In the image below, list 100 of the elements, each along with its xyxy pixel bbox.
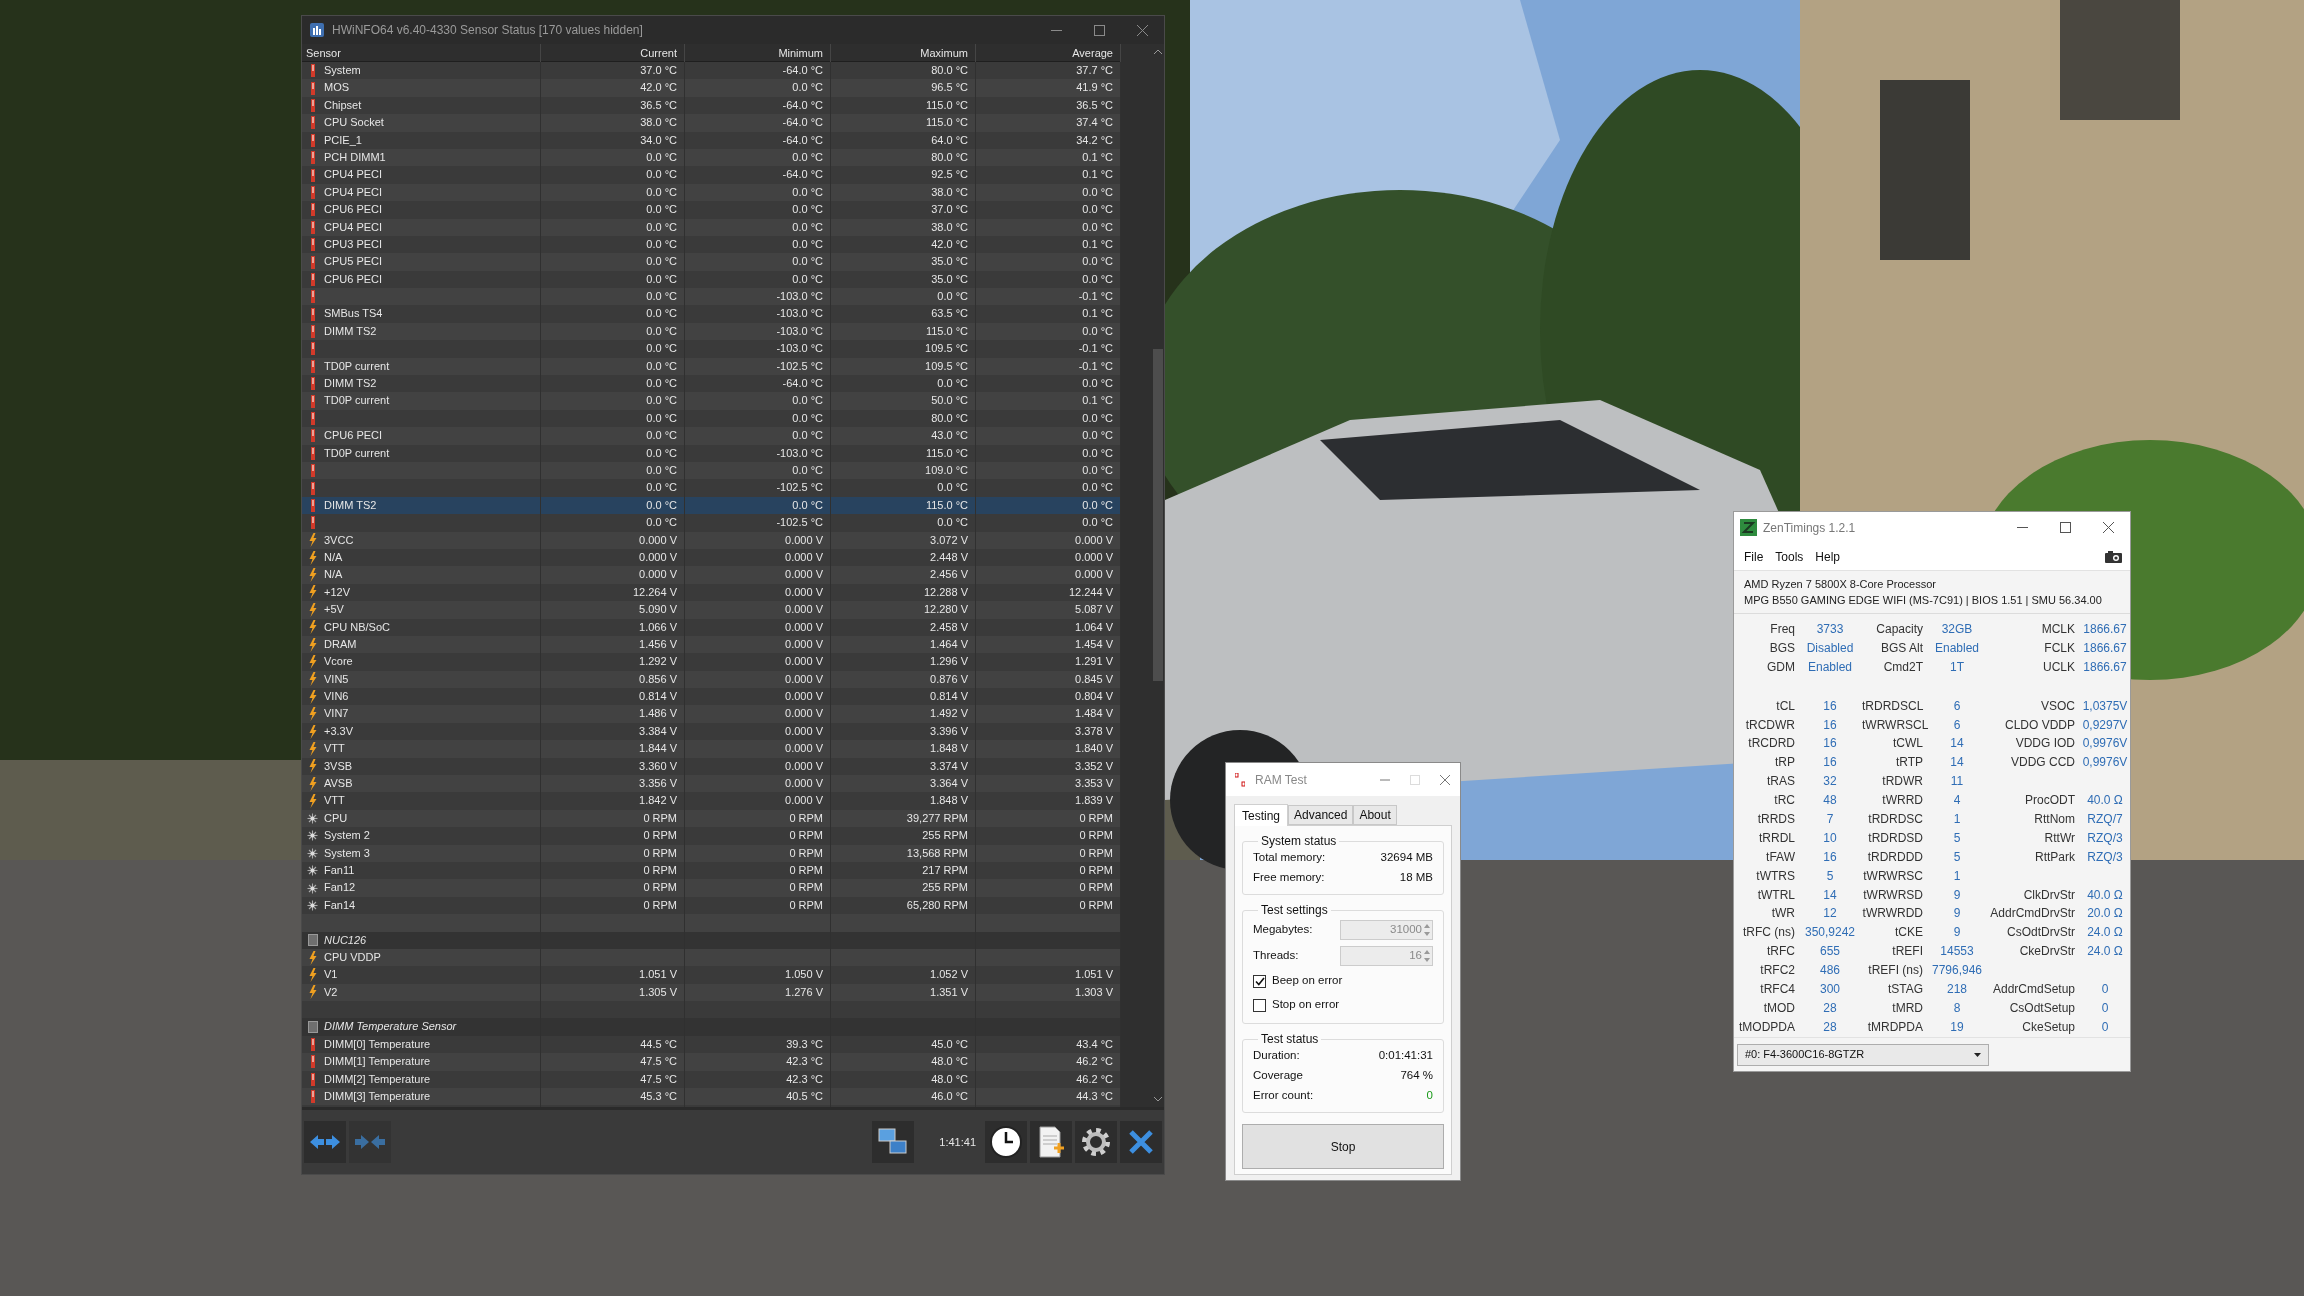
table-row[interactable]: VIN6 0.814 V 0.000 V 0.814 V 0.804 V: [302, 688, 1121, 706]
timing-label: tMRDPDA: [1867, 1019, 1923, 1034]
field-label: Coverage: [1253, 1068, 1303, 1084]
table-row[interactable]: CPU6 PECI 0.0 °C 0.0 °C 43.0 °C 0.0 °C: [302, 427, 1121, 445]
table-row[interactable]: DIMM Temperature Sensor: [302, 1018, 1121, 1036]
table-cell: 3.384 V: [639, 724, 677, 737]
fan-icon: [307, 847, 318, 859]
table-cell: 0.0 °C: [792, 255, 823, 268]
exit-button[interactable]: [1120, 1121, 1162, 1163]
timing-label: VSOC: [2041, 698, 2075, 713]
close-icon[interactable]: [1137, 24, 1148, 36]
table-cell: 0 RPM: [789, 898, 823, 911]
timing-value: Disabled: [1806, 640, 1854, 655]
table-cell: 0.0 °C: [646, 516, 677, 529]
scrollbar-thumb[interactable]: [1153, 349, 1164, 681]
table-row[interactable]: Vcore 1.292 V 0.000 V 1.296 V 1.291 V: [302, 653, 1121, 671]
fan-icon: [307, 899, 318, 911]
table-cell: 0.1 °C: [1082, 307, 1113, 320]
checkbox-label[interactable]: Stop on error: [1272, 996, 1340, 1014]
close-icon[interactable]: [1440, 774, 1450, 785]
table-cell: 35.0 °C: [931, 255, 968, 268]
checkbox[interactable]: [1253, 974, 1266, 988]
timing-label: MCLK: [2041, 622, 2075, 636]
network-button[interactable]: [872, 1121, 915, 1163]
timing-value: 12: [1823, 906, 1837, 921]
table-row[interactable]: 0.0 °C -103.0 °C 109.5 °C -0.1 °C: [302, 340, 1121, 358]
table-cell: 37.0 °C: [640, 64, 677, 76]
tab[interactable]: About: [1353, 805, 1397, 825]
timing-label: CLDO VDDP: [2005, 717, 2075, 732]
scroll-down-icon[interactable]: [1154, 1097, 1163, 1102]
tab[interactable]: Testing: [1234, 804, 1289, 826]
lightning-icon: [308, 741, 317, 756]
table-row[interactable]: VTT 1.842 V 0.000 V 1.848 V 1.839 V: [302, 792, 1121, 810]
table-row[interactable]: VIN7 1.486 V 0.000 V 1.492 V 1.484 V: [302, 705, 1121, 723]
timing-value: 0: [2101, 982, 2109, 997]
table-row[interactable]: CPU Socket 38.0 °C -64.0 °C 115.0 °C 37.4 °C: [302, 114, 1121, 132]
table-row[interactable]: VTT 1.844 V 0.000 V 1.848 V 1.840 V: [302, 740, 1121, 758]
navigate-button[interactable]: [304, 1121, 346, 1163]
table-row[interactable]: CPU5 PECI 0.0 °C 0.0 °C 35.0 °C 0.0 °C: [302, 253, 1121, 271]
table-row[interactable]: SMBus TS4 0.0 °C -103.0 °C 63.5 °C 0.1 °C: [302, 305, 1121, 323]
timer-button[interactable]: [985, 1121, 1027, 1163]
stop-button[interactable]: Stop: [1242, 1124, 1444, 1169]
menu-item[interactable]: Tools: [1769, 547, 1810, 566]
table-cell: 3.360 V: [639, 759, 677, 772]
timing-value: 14: [1950, 755, 1964, 770]
table-cell: 109.5 °C: [925, 359, 968, 372]
maximize-icon[interactable]: [1094, 24, 1105, 36]
table-row[interactable]: CPU4 PECI 0.0 °C -64.0 °C 92.5 °C 0.1 °C: [302, 166, 1121, 184]
settings-button[interactable]: [1075, 1121, 1117, 1163]
table-cell: 0.000 V: [785, 794, 823, 807]
board-info: MPG B550 GAMING EDGE WIFI (MS-7C91) | BIOS 1.51 | SMU 56.34.00: [1744, 593, 2103, 608]
table-row[interactable]: MOS 42.0 °C 0.0 °C 96.5 °C 41.9 °C: [302, 79, 1121, 97]
table-row[interactable]: V1 1.051 V 1.050 V 1.052 V 1.051 V: [302, 966, 1121, 984]
table-cell: 0.000 V: [639, 568, 677, 581]
scroll-up-icon[interactable]: [1154, 49, 1163, 54]
table-cell: 0.856 V: [639, 672, 677, 685]
menu-item[interactable]: Help: [1809, 547, 1847, 566]
table-row[interactable]: AVSB 3.356 V 0.000 V 3.364 V 3.353 V: [302, 775, 1121, 793]
table-row[interactable]: CPU6 PECI 0.0 °C 0.0 °C 37.0 °C 0.0 °C: [302, 201, 1121, 219]
table-cell: 1.492 V: [930, 707, 968, 720]
table-row[interactable]: System 37.0 °C -64.0 °C 80.0 °C 37.7 °C: [302, 62, 1121, 80]
tab[interactable]: Advanced: [1288, 805, 1354, 825]
table-cell: CPU VDDP: [324, 950, 381, 963]
table-cell: 0.0 °C: [792, 394, 823, 407]
table-cell: 38.0 °C: [640, 116, 677, 129]
table-row[interactable]: 0.0 °C -102.5 °C 0.0 °C 0.0 °C: [302, 514, 1121, 532]
table-cell: 0.0 °C: [792, 411, 823, 424]
table-row[interactable]: 0.0 °C -103.0 °C 0.0 °C -0.1 °C: [302, 288, 1121, 306]
thermometer-icon: [310, 168, 315, 182]
table-cell: 0.000 V: [785, 672, 823, 685]
maximize-icon[interactable]: [2060, 522, 2071, 533]
module-dropdown[interactable]: #0: F4-3600C16-8GTZR: [1737, 1043, 1989, 1066]
app-icon: [310, 23, 324, 37]
table-row[interactable]: DIMM[1] Temperature 47.5 °C 42.3 °C 48.0 °C 46.2 °C: [302, 1053, 1121, 1071]
menu-item[interactable]: File: [1738, 547, 1770, 566]
close-icon[interactable]: [2103, 522, 2114, 533]
report-button[interactable]: [1030, 1121, 1072, 1163]
checkbox[interactable]: [1253, 998, 1266, 1012]
table-row[interactable]: System 2 0 RPM 0 RPM 255 RPM 0 RPM: [302, 827, 1121, 845]
scrollbar[interactable]: [1152, 44, 1164, 1107]
table-row[interactable]: Fan12 0 RPM 0 RPM 255 RPM 0 RPM: [302, 879, 1121, 897]
timing-value: 1866.67: [2083, 622, 2127, 636]
collapse-button[interactable]: [349, 1121, 391, 1163]
table-row[interactable]: +5V 5.090 V 0.000 V 12.280 V 5.087 V: [302, 601, 1121, 619]
table-cell: System 2: [324, 829, 370, 842]
table-row[interactable]: DIMM TS2 0.0 °C -64.0 °C 0.0 °C 0.0 °C: [302, 375, 1121, 393]
table-row[interactable]: DIMM[3] Temperature 45.3 °C 40.5 °C 46.0 °C 44.3 °C: [302, 1088, 1121, 1106]
table-cell: 3.396 V: [930, 724, 968, 737]
table-cell: 0.0 °C: [646, 359, 677, 372]
camera-icon[interactable]: [2105, 550, 2122, 563]
table-cell: 0.0 °C: [646, 255, 677, 268]
table-row[interactable]: N/A 0.000 V 0.000 V 2.456 V 0.000 V: [302, 566, 1121, 584]
table-cell: 115.0 °C: [925, 324, 968, 337]
checkbox-label[interactable]: Beep on error: [1272, 972, 1343, 990]
table-row[interactable]: TD0P current 0.0 °C 0.0 °C 50.0 °C 0.1 °C: [302, 392, 1121, 410]
table-cell: -64.0 °C: [782, 133, 823, 146]
table-cell: 0.000 V: [639, 533, 677, 546]
timing-value: 5: [1826, 868, 1834, 883]
table-cell: 0 RPM: [1079, 829, 1113, 842]
table-row[interactable]: 0.0 °C -102.5 °C 0.0 °C 0.0 °C: [302, 479, 1121, 497]
